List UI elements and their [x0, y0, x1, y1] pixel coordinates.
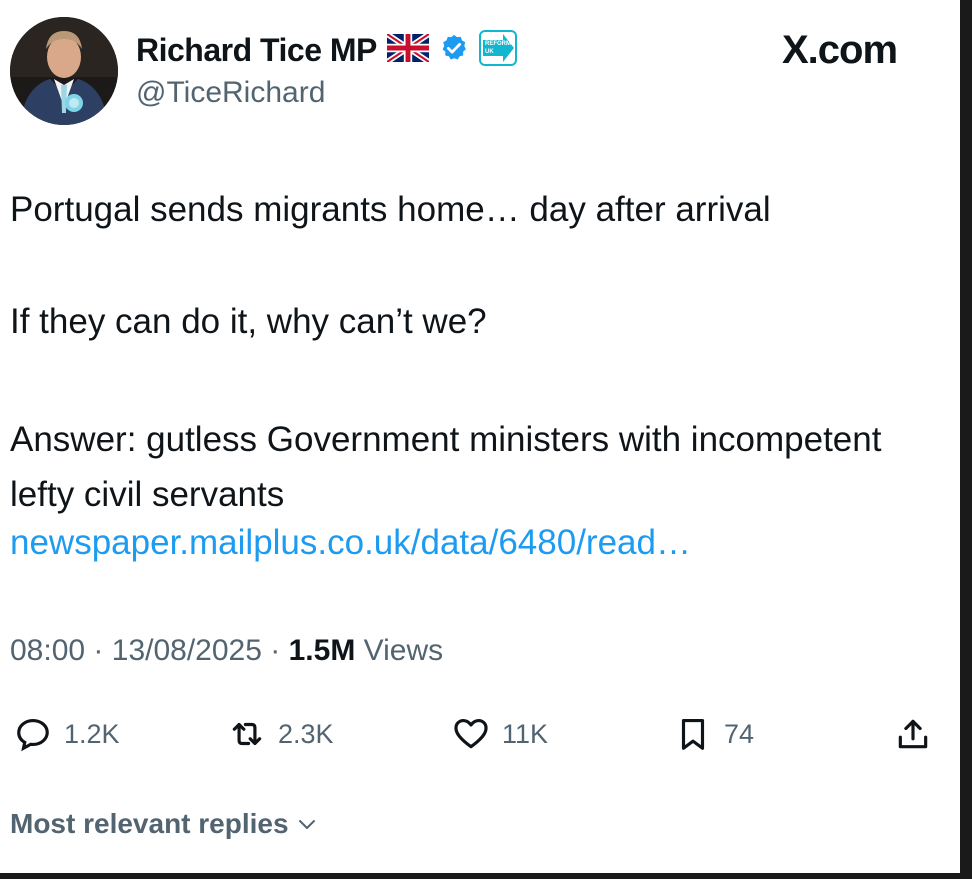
replies-sort-dropdown[interactable]: Most relevant replies: [10, 808, 319, 840]
bookmark-icon: [681, 718, 705, 750]
like-count: 11K: [502, 718, 549, 749]
views-count: 1.5M: [288, 634, 356, 667]
bookmark-count: 74: [724, 718, 755, 749]
tweet-date[interactable]: 13/08/2025: [112, 634, 262, 667]
avatar-photo: [10, 17, 118, 125]
tweet-text-line-1: Portugal sends migrants home… day after …: [10, 190, 771, 229]
uk-flag-icon: [385, 31, 431, 67]
repost-icon: [232, 722, 262, 746]
svg-text:UK: UK: [485, 49, 494, 55]
meta-separator: ·: [93, 634, 104, 667]
chevron-down-icon: [298, 820, 315, 829]
share-button[interactable]: [894, 706, 932, 762]
tweet-text-line-3: Answer: gutless Government ministers wit…: [10, 420, 882, 514]
avatar[interactable]: [10, 17, 118, 125]
tweet-time[interactable]: 08:00: [10, 634, 85, 667]
author-name-row: Richard Tice MP REFORM UK: [136, 28, 517, 72]
author-handle[interactable]: @TiceRichard: [136, 76, 325, 110]
reform-uk-affiliate-icon[interactable]: REFORM UK: [478, 29, 517, 71]
tweet-meta: 08:00 · 13/08/2025 · 1.5M Views: [10, 634, 443, 668]
replies-sort-label: Most relevant replies: [10, 808, 289, 839]
action-bar: 1.2K 2.3K 11K 74: [0, 706, 960, 762]
reply-button[interactable]: 1.2K: [14, 706, 120, 762]
views-label: Views: [363, 634, 444, 667]
repost-count: 2.3K: [278, 718, 334, 749]
author-display-name[interactable]: Richard Tice MP: [136, 32, 377, 69]
repost-button[interactable]: 2.3K: [228, 706, 334, 762]
reply-count: 1.2K: [64, 718, 120, 749]
tweet-text-line-2: If they can do it, why can’t we?: [10, 302, 487, 341]
svg-text:REFORM: REFORM: [485, 41, 511, 47]
tweet-link[interactable]: newspaper.mailplus.co.uk/data/6480/read…: [10, 523, 691, 563]
verified-badge-icon[interactable]: [439, 33, 469, 68]
share-icon: [898, 719, 928, 749]
meta-separator: ·: [270, 634, 281, 667]
heart-icon: [454, 718, 488, 749]
reply-icon: [17, 718, 49, 752]
bookmark-button[interactable]: 74: [674, 706, 754, 762]
screenshot-border-right: [960, 0, 972, 879]
screenshot-border-bottom: [0, 873, 972, 879]
like-button[interactable]: 11K: [452, 706, 548, 762]
site-label: X.com: [782, 28, 898, 72]
